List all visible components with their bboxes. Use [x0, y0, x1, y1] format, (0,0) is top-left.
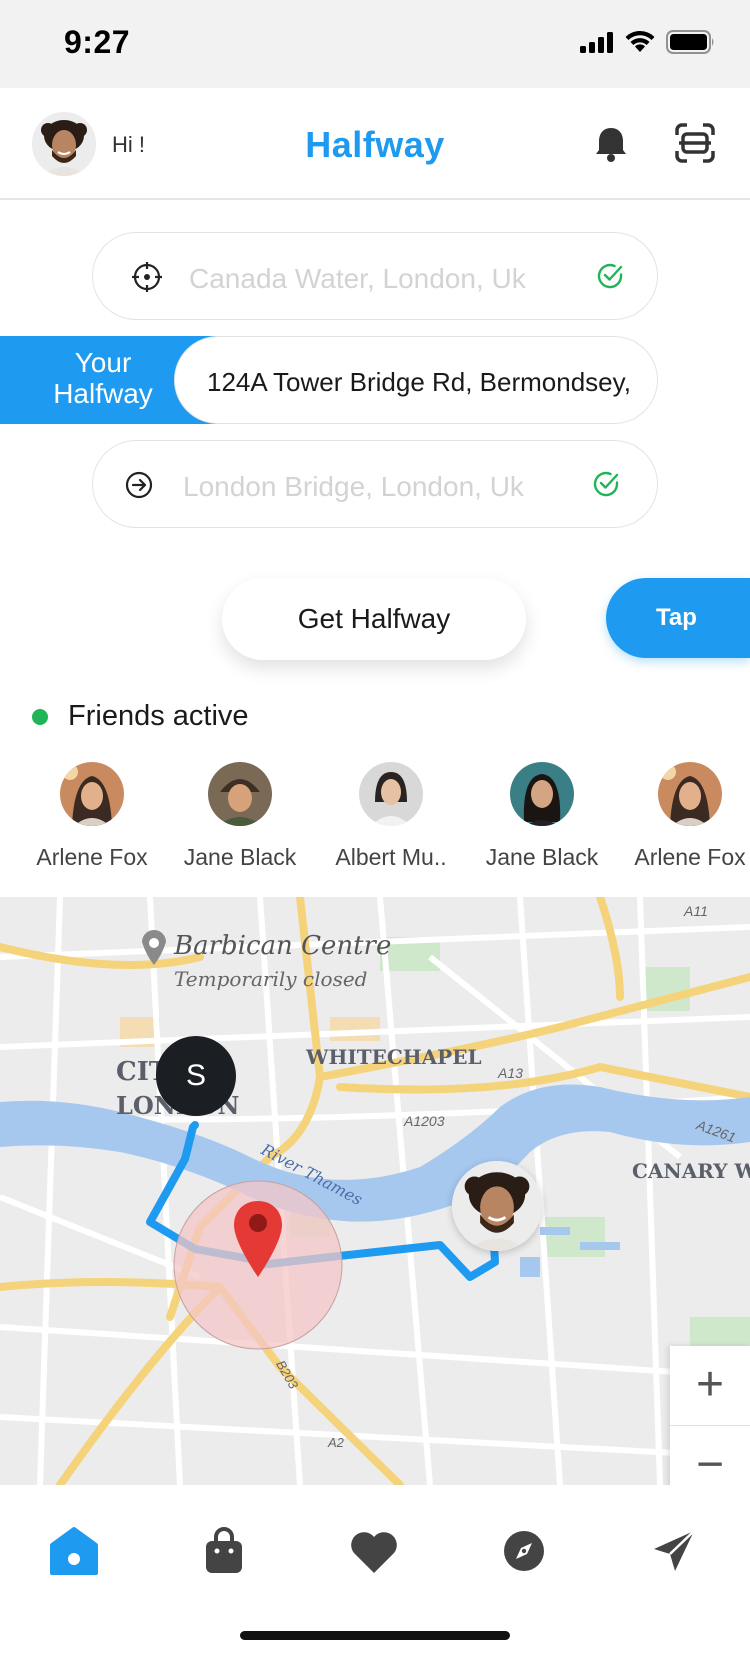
- scan-icon[interactable]: [674, 122, 716, 164]
- friend-name: Arlene Fox: [36, 844, 148, 870]
- heart-icon[interactable]: [344, 1521, 404, 1581]
- halfway-address-value: 124A Tower Bridge Rd, Bermondsey,: [207, 367, 631, 397]
- bag-icon[interactable]: [194, 1521, 254, 1581]
- status-bar: 9:27: [0, 0, 750, 88]
- to-location-input[interactable]: London Bridge, London, Uk: [92, 440, 658, 528]
- friend-name: Albert Mu..: [335, 844, 447, 870]
- road-label-a13: A13: [498, 1065, 523, 1081]
- location-pin-icon[interactable]: [232, 1199, 284, 1279]
- road-label-a11: A11: [684, 903, 708, 919]
- to-location-value: London Bridge, London, Uk: [183, 471, 524, 502]
- road-label-a1203: A1203: [404, 1113, 445, 1129]
- status-icons: [580, 30, 716, 54]
- zoom-controls: + −: [670, 1346, 750, 1506]
- zoom-in-button[interactable]: +: [670, 1346, 750, 1426]
- from-location-input[interactable]: Canada Water, London, Uk: [92, 232, 658, 320]
- friend-avatar: [60, 762, 124, 826]
- friend-name: Jane Black: [183, 844, 297, 870]
- friends-header: Friends active: [32, 700, 249, 733]
- user-map-avatar[interactable]: [452, 1161, 542, 1251]
- home-icon[interactable]: [44, 1521, 104, 1581]
- signal-icon: [580, 32, 613, 53]
- map-canvas: [0, 897, 750, 1485]
- map-view[interactable]: Barbican Centre Temporarily closed CITY …: [0, 897, 750, 1485]
- arrow-right-circle-icon: [125, 471, 153, 499]
- friend-item[interactable]: Jane Black: [170, 762, 310, 871]
- friend-avatar: [359, 762, 423, 826]
- get-halfway-button[interactable]: Get Halfway: [222, 578, 526, 660]
- friend-avatar: [658, 762, 722, 826]
- bell-icon[interactable]: [594, 126, 628, 162]
- friend-item[interactable]: Jane Black: [472, 762, 612, 871]
- home-indicator: [240, 1631, 510, 1640]
- send-icon[interactable]: [644, 1521, 704, 1581]
- friend-name: Jane Black: [485, 844, 599, 870]
- halfway-address-field[interactable]: 124A Tower Bridge Rd, Bermondsey,: [174, 336, 658, 424]
- app-title: Halfway: [305, 124, 445, 165]
- start-marker-label: S: [185, 1059, 206, 1092]
- poi-name[interactable]: Barbican Centre: [174, 931, 391, 961]
- crosshair-icon: [132, 262, 162, 292]
- wifi-icon: [625, 30, 655, 52]
- halfway-row: Your Halfway 124A Tower Bridge Rd, Bermo…: [0, 336, 658, 424]
- compass-icon[interactable]: [494, 1521, 554, 1581]
- active-status-dot: [32, 708, 48, 725]
- friend-avatar: [208, 762, 272, 826]
- check-circle-icon: [593, 471, 619, 497]
- app-header: Hi ! Halfway: [0, 88, 750, 200]
- friend-item[interactable]: Albert Mu..: [321, 762, 461, 871]
- poi-status: Temporarily closed: [174, 967, 368, 991]
- road-label-a2: A2: [328, 1435, 344, 1450]
- friends-title: Friends active: [68, 700, 249, 732]
- friend-name: Arlene Fox: [634, 844, 746, 870]
- friend-item[interactable]: Arlene Fox: [22, 762, 162, 871]
- from-location-value: Canada Water, London, Uk: [189, 263, 526, 294]
- friend-item[interactable]: Arlene Fox: [620, 762, 750, 871]
- start-marker[interactable]: S: [156, 1036, 236, 1116]
- tap-button[interactable]: Tap: [606, 578, 750, 658]
- check-circle-icon: [597, 263, 623, 289]
- map-label-canary: CANARY WHA: [632, 1159, 750, 1183]
- battery-icon: [666, 30, 714, 54]
- friend-avatar: [510, 762, 574, 826]
- status-time: 9:27: [64, 24, 131, 60]
- map-label-whitechapel: WHITECHAPEL: [306, 1045, 482, 1069]
